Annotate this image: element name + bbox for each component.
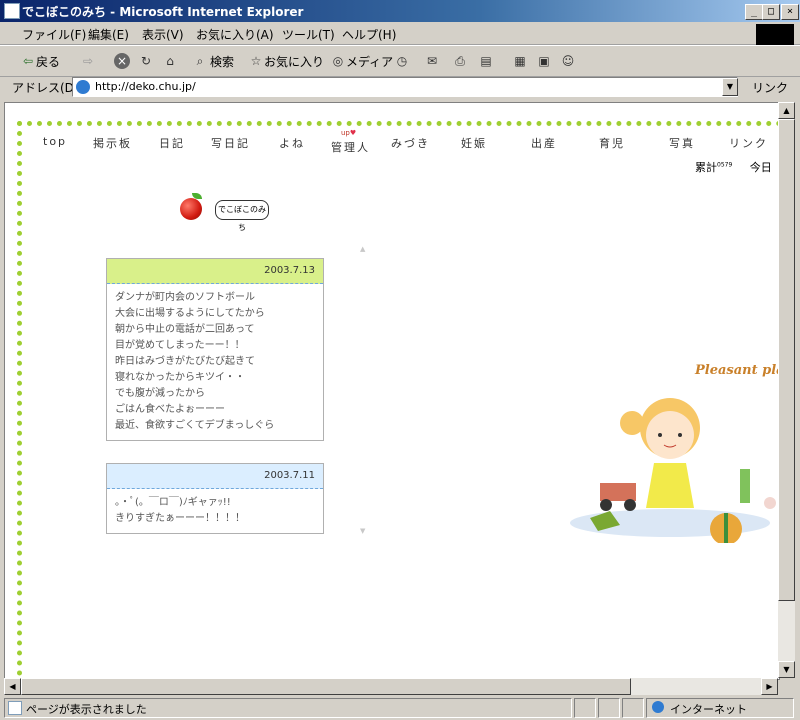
scroll-up-button[interactable]: ▲ [778,102,795,119]
entry-line: 大会に出場するようにしてたから [115,308,265,319]
address-url[interactable]: http://deko.chu.jp/ [95,80,196,93]
menu-file[interactable]: ファイル(F) [22,26,86,43]
windows-logo-icon [756,24,794,46]
entry-line: 寝れなかったからキツイ・・ [115,372,245,383]
nav-mizuki[interactable]: みづき [391,135,430,151]
toolbar: ⇦ 戻る ⇨ × ↻ ⌂ ⌕ 検索 ☆ お気に入り ◎ メディア ◷ ✉ ⎙ ▤… [0,45,800,77]
menu-view[interactable]: 表示(V) [142,26,184,43]
counter-total-value: 0579 [717,161,733,169]
print-icon[interactable]: ⎙ [452,53,468,69]
nav-yone[interactable]: よね [279,135,305,151]
menu-help[interactable]: ヘルプ(H) [342,26,396,43]
research-icon[interactable]: ▣ [536,53,552,69]
entry-line: 目が覚めてしまったーー！！ [115,340,245,351]
entry-line: 朝から中止の電話が二回あって [115,324,255,335]
zone-text: インターネット [670,703,747,716]
entry-line: 。・ﾟ(。￣ロ￣)ﾉギャァｯ!! [115,497,231,508]
back-button-label[interactable]: 戻る [36,53,60,70]
discuss-icon[interactable]: ▦ [512,53,528,69]
vertical-scroll-thumb[interactable] [778,119,795,601]
ie-logo-icon [76,80,90,94]
nav-childcare[interactable]: 育児 [599,135,625,151]
entry-line: 最近、食欲すごくてデブまっしぐら [115,420,275,431]
media-icon[interactable]: ◎ [330,53,346,69]
home-icon[interactable]: ⌂ [162,53,178,69]
nav-diary[interactable]: 日記 [159,135,185,151]
messenger-icon[interactable]: ☺ [560,53,576,69]
minimize-button[interactable]: _ [745,4,763,20]
nav-admin[interactable]: 管理人 [331,139,370,155]
edit-icon[interactable]: ▤ [478,53,494,69]
entry-line: ダンナが町内会のソフトボール [115,292,255,303]
counter-total-label: 累計 [695,161,717,174]
title-bar: でこぼこのみち - Microsoft Internet Explorer _ … [0,0,800,22]
diary-entry: 2003.7.13 ダンナが町内会のソフトボール 大会に出場するようにしてたから… [106,258,324,441]
stop-icon[interactable]: × [114,53,130,69]
mail-icon[interactable]: ✉ [424,53,440,69]
entry-line: でも腹が減ったから [115,388,205,399]
counter-today-label: 今日 [749,161,772,174]
favorites-button-label[interactable]: お気に入り [264,53,324,70]
search-button-label[interactable]: 検索 [210,53,234,70]
nav-top[interactable]: top [43,135,67,148]
search-icon[interactable]: ⌕ [192,53,208,69]
menu-edit[interactable]: 編集(E) [88,26,129,43]
nav-bbs[interactable]: 掲示板 [93,135,132,151]
status-panel [598,698,620,718]
close-button[interactable]: × [781,4,799,20]
entry-line: 昨日はみづきがたびたび起きて [115,356,255,367]
page-viewport: top 掲示板 日記 写日記 よね up♥ 管理人 みづき 妊娠 出産 育児 写… [4,102,780,680]
entry-line: きりすぎたぁーーー！！！！ [115,513,245,524]
horizontal-scroll-thumb[interactable] [21,678,631,695]
globe-icon [652,701,664,713]
horizontal-scrollbar[interactable]: ◀ ▶ [4,678,778,695]
diary-entry: 2003.7.11 。・ﾟ(。￣ロ￣)ﾉギャァｯ!! きりすぎたぁーーー！！！！ [106,463,324,534]
entry-body: 。・ﾟ(。￣ロ￣)ﾉギャァｯ!! きりすぎたぁーーー！！！！ [107,489,323,533]
history-icon[interactable]: ◷ [394,53,410,69]
menu-favorites[interactable]: お気に入り(A) [196,26,274,43]
menu-tools[interactable]: ツール(T) [282,26,335,43]
status-text: ページが表示されました [26,703,147,716]
address-dropdown-icon[interactable]: ▼ [722,78,738,96]
menu-bar: ファイル(F) 編集(E) 表示(V) お気に入り(A) ツール(T) ヘルプ(… [0,22,800,45]
entry-date: 2003.7.13 [107,259,323,284]
media-button-label[interactable]: メディア [346,53,393,70]
links-label[interactable]: リンク [752,79,788,96]
favorites-icon[interactable]: ☆ [248,53,264,69]
scroll-down-arrow-icon[interactable]: ▼ [360,527,365,535]
girl-playing-illustration [570,398,776,543]
nav-links[interactable]: リンク [729,135,768,151]
page-icon [8,701,22,715]
status-panel [622,698,644,718]
scroll-right-button[interactable]: ▶ [761,678,778,695]
refresh-icon[interactable]: ↻ [138,53,154,69]
apple-logo-icon [180,193,202,220]
entry-line: ごはん食べたよぉーーー [115,404,225,415]
back-arrow-icon[interactable]: ⇦ [20,53,36,69]
site-logo-text[interactable]: でこぼこのみち [215,200,269,232]
scroll-left-button[interactable]: ◀ [4,678,21,695]
status-panel [574,698,596,718]
maximize-button[interactable]: □ [762,4,780,20]
nav-birth[interactable]: 出産 [531,135,557,151]
ie-page-icon [4,3,20,19]
scroll-down-button[interactable]: ▼ [778,661,795,678]
nav-photo-diary[interactable]: 写日記 [211,135,250,151]
address-input[interactable]: http://deko.chu.jp/ [72,77,738,97]
counter: 累計0579 今日 [695,159,772,175]
up-badge: up♥ [341,129,357,137]
nav-pregnancy[interactable]: 妊娠 [461,135,487,151]
entry-body: ダンナが町内会のソフトボール 大会に出場するようにしてたから 朝から中止の電話が… [107,284,323,440]
address-label: アドレス(D) [12,81,79,95]
scroll-up-arrow-icon[interactable]: ▲ [360,245,365,253]
nav-photos[interactable]: 写真 [669,135,695,151]
window-title: でこぼこのみち - Microsoft Internet Explorer [22,5,304,19]
vertical-scrollbar[interactable]: ▲ ▼ [778,102,795,678]
entry-date: 2003.7.11 [107,464,323,489]
forward-arrow-icon[interactable]: ⇨ [80,53,96,69]
